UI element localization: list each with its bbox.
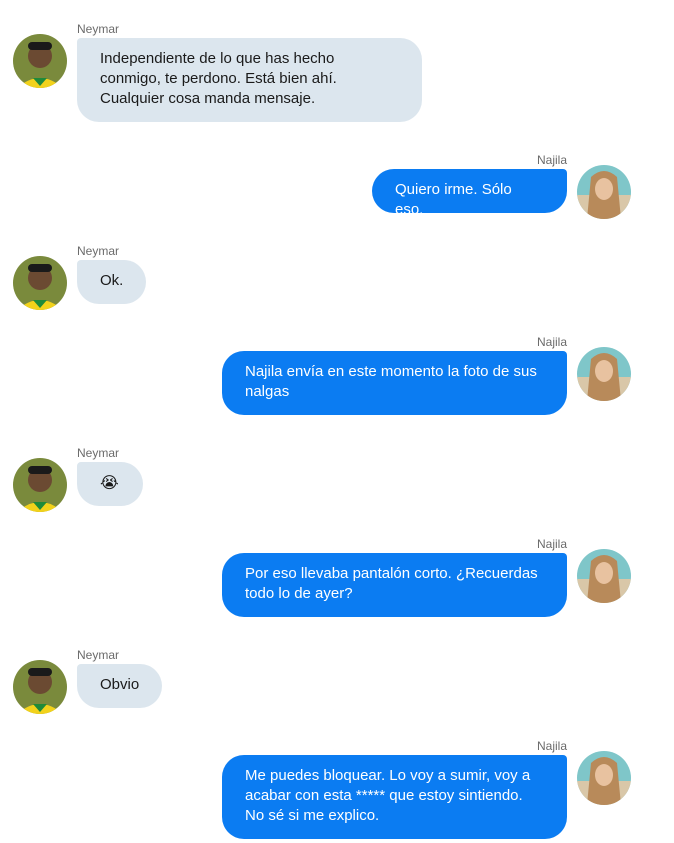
- sender-name: Najila: [536, 537, 567, 551]
- sender-name: Najila: [536, 153, 567, 167]
- message-text: Por eso llevaba pantalón corto. ¿Recuerd…: [245, 565, 538, 602]
- message-bubble: Obvio: [77, 664, 162, 708]
- avatar-neymar-icon: [13, 34, 67, 88]
- message-text: Me puedes bloquear. Lo voy a sumir, voy …: [245, 767, 531, 824]
- sender-name: Neymar: [77, 446, 120, 460]
- message-text: Najila envía en este momento la foto de …: [245, 363, 537, 400]
- message-text: Quiero irme. Sólo eso.: [395, 181, 512, 218]
- crying-emoji-icon: 😭: [100, 473, 119, 492]
- message-bubble: Quiero irme. Sólo eso.: [372, 169, 567, 218]
- message-text: Independiente de lo que has hecho conmig…: [100, 50, 337, 107]
- avatar-najila[interactable]: [577, 549, 631, 603]
- sender-name: Najila: [536, 335, 567, 349]
- avatar-najila[interactable]: [577, 165, 631, 219]
- message-text: Ok.: [100, 272, 124, 289]
- avatar-neymar-icon: [13, 660, 67, 714]
- avatar-najila-icon: [577, 751, 631, 805]
- message-bubble: Najila envía en este momento la foto de …: [222, 351, 567, 415]
- avatar-neymar[interactable]: [13, 458, 67, 512]
- avatar-neymar[interactable]: [13, 256, 67, 310]
- avatar-neymar-icon: [13, 256, 67, 310]
- chat-thread: Neymar Independiente de lo que has hecho…: [0, 0, 674, 843]
- message-bubble: 😭: [77, 462, 143, 506]
- avatar-neymar[interactable]: [13, 34, 67, 88]
- sender-name: Najila: [536, 739, 567, 753]
- avatar-najila-icon: [577, 549, 631, 603]
- message-bubble: Independiente de lo que has hecho conmig…: [77, 38, 422, 122]
- avatar-najila[interactable]: [577, 751, 631, 805]
- message-bubble: Me puedes bloquear. Lo voy a sumir, voy …: [222, 755, 567, 839]
- message-bubble: Por eso llevaba pantalón corto. ¿Recuerd…: [222, 553, 567, 617]
- message-bubble: Ok.: [77, 260, 146, 304]
- avatar-najila[interactable]: [577, 347, 631, 401]
- avatar-najila-icon: [577, 165, 631, 219]
- sender-name: Neymar: [77, 648, 120, 662]
- avatar-najila-icon: [577, 347, 631, 401]
- avatar-neymar[interactable]: [13, 660, 67, 714]
- avatar-neymar-icon: [13, 458, 67, 512]
- sender-name: Neymar: [77, 22, 120, 36]
- message-text: Obvio: [100, 676, 140, 693]
- sender-name: Neymar: [77, 244, 120, 258]
